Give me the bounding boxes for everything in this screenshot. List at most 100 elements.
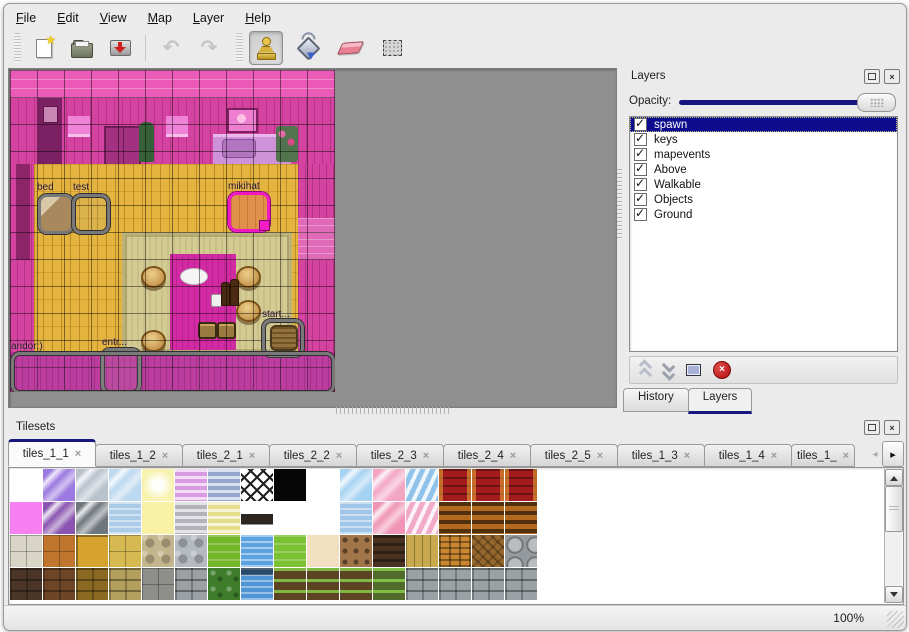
tab-history[interactable]: History	[623, 388, 689, 412]
tile[interactable]	[241, 502, 274, 535]
menu-item-layer[interactable]: Layer	[191, 9, 226, 27]
tab-close-icon[interactable]: ×	[843, 450, 849, 462]
tile[interactable]	[43, 535, 76, 568]
tile[interactable]	[472, 469, 505, 502]
tileset-tab-tiles_2_1[interactable]: tiles_2_1×	[182, 444, 270, 467]
tile[interactable]	[175, 568, 208, 601]
tile[interactable]	[10, 469, 43, 502]
tile[interactable]	[439, 469, 472, 502]
tile[interactable]	[274, 469, 307, 502]
map-object-andor[interactable]	[11, 352, 335, 392]
tile[interactable]	[208, 568, 241, 601]
tab-close-icon[interactable]: ×	[249, 450, 255, 462]
float-icon[interactable]	[864, 69, 880, 84]
scroll-down-icon[interactable]	[885, 586, 903, 603]
opacity-slider[interactable]	[679, 92, 896, 112]
tile[interactable]	[208, 535, 241, 568]
redo-button[interactable]: ↷	[192, 31, 226, 65]
map-viewport[interactable]: bed test mikihat start... entr... andor:…	[8, 68, 617, 408]
tile[interactable]	[175, 535, 208, 568]
tile[interactable]	[373, 535, 406, 568]
layer-visibility-checkbox[interactable]: ✓	[634, 178, 647, 191]
tab-scroll-right-icon[interactable]: ▸	[882, 441, 904, 467]
tile[interactable]	[10, 502, 43, 535]
tileset-tab-tiles_1_[interactable]: tiles_1_×	[791, 444, 855, 467]
new-file-button[interactable]: ★	[27, 31, 61, 65]
save-file-button[interactable]	[103, 31, 137, 65]
tile[interactable]	[175, 469, 208, 502]
tile[interactable]	[505, 469, 538, 502]
object-resize-handle[interactable]	[259, 220, 270, 231]
layer-visibility-checkbox[interactable]: ✓	[634, 193, 647, 206]
tile[interactable]	[406, 502, 439, 535]
tab-close-icon[interactable]: ×	[75, 448, 81, 460]
tile[interactable]	[439, 535, 472, 568]
map-object-bed[interactable]	[38, 194, 74, 234]
tileset-tab-tiles_1_4[interactable]: tiles_1_4×	[704, 444, 792, 467]
tile[interactable]	[307, 568, 340, 601]
map-object-test[interactable]	[72, 194, 110, 234]
tile[interactable]	[76, 469, 109, 502]
tile[interactable]	[307, 502, 340, 535]
layer-row-mapevents[interactable]: ✓mapevents	[630, 147, 897, 162]
tile[interactable]	[76, 568, 109, 601]
layer-row-Objects[interactable]: ✓Objects	[630, 192, 897, 207]
layer-row-Walkable[interactable]: ✓Walkable	[630, 177, 897, 192]
bucket-fill-button[interactable]	[291, 31, 325, 65]
tile[interactable]	[373, 469, 406, 502]
tile[interactable]	[472, 535, 505, 568]
tileset-tab-tiles_2_2[interactable]: tiles_2_2×	[269, 444, 357, 467]
tile[interactable]	[274, 502, 307, 535]
tab-close-icon[interactable]: ×	[162, 450, 168, 462]
tile[interactable]	[439, 502, 472, 535]
tile[interactable]	[109, 502, 142, 535]
undo-button[interactable]: ↶	[154, 31, 188, 65]
tile[interactable]	[241, 469, 274, 502]
tile[interactable]	[208, 469, 241, 502]
tile[interactable]	[505, 568, 538, 601]
tile[interactable]	[340, 535, 373, 568]
tile[interactable]	[76, 535, 109, 568]
resize-grip[interactable]	[887, 611, 904, 628]
tile[interactable]	[373, 568, 406, 601]
tile[interactable]	[406, 535, 439, 568]
tile[interactable]	[406, 469, 439, 502]
horizontal-splitter-handle[interactable]	[336, 407, 451, 414]
tab-layers[interactable]: Layers	[688, 388, 753, 414]
tile[interactable]	[142, 469, 175, 502]
tileset-scrollbar[interactable]	[884, 469, 902, 603]
delete-layer-button[interactable]: ×	[713, 361, 731, 379]
tile[interactable]	[10, 535, 43, 568]
duplicate-layer-button[interactable]	[686, 364, 701, 376]
tile[interactable]	[43, 469, 76, 502]
layer-row-keys[interactable]: ✓keys	[630, 132, 897, 147]
raise-layer-button[interactable]	[640, 362, 651, 378]
map-canvas[interactable]: bed test mikihat start... entr... andor:…	[10, 70, 335, 392]
tile[interactable]	[340, 568, 373, 601]
opacity-slider-handle[interactable]	[857, 93, 896, 112]
tab-close-icon[interactable]: ×	[771, 450, 777, 462]
tile[interactable]	[373, 502, 406, 535]
tile[interactable]	[241, 568, 274, 601]
layer-visibility-checkbox[interactable]: ✓	[634, 163, 647, 176]
tile[interactable]	[505, 502, 538, 535]
layer-visibility-checkbox[interactable]: ✓	[634, 208, 647, 221]
tileset-tab-tiles_2_3[interactable]: tiles_2_3×	[356, 444, 444, 467]
tab-scroll-left-icon[interactable]: ◂	[868, 442, 882, 466]
tile[interactable]	[10, 568, 43, 601]
menu-item-help[interactable]: Help	[243, 9, 273, 27]
tab-close-icon[interactable]: ×	[510, 450, 516, 462]
tab-close-icon[interactable]: ×	[597, 450, 603, 462]
layer-row-Above[interactable]: ✓Above	[630, 162, 897, 177]
tile[interactable]	[307, 535, 340, 568]
menu-item-edit[interactable]: Edit	[55, 9, 81, 27]
tileset-tab-tiles_2_5[interactable]: tiles_2_5×	[530, 444, 618, 467]
tileset-tab-tiles_2_4[interactable]: tiles_2_4×	[443, 444, 531, 467]
tile[interactable]	[472, 502, 505, 535]
tile[interactable]	[76, 502, 109, 535]
tile[interactable]	[406, 568, 439, 601]
tile[interactable]	[208, 502, 241, 535]
layer-visibility-checkbox[interactable]: ✓	[634, 118, 647, 131]
close-icon[interactable]: ×	[884, 420, 900, 435]
eraser-button[interactable]	[333, 31, 367, 65]
